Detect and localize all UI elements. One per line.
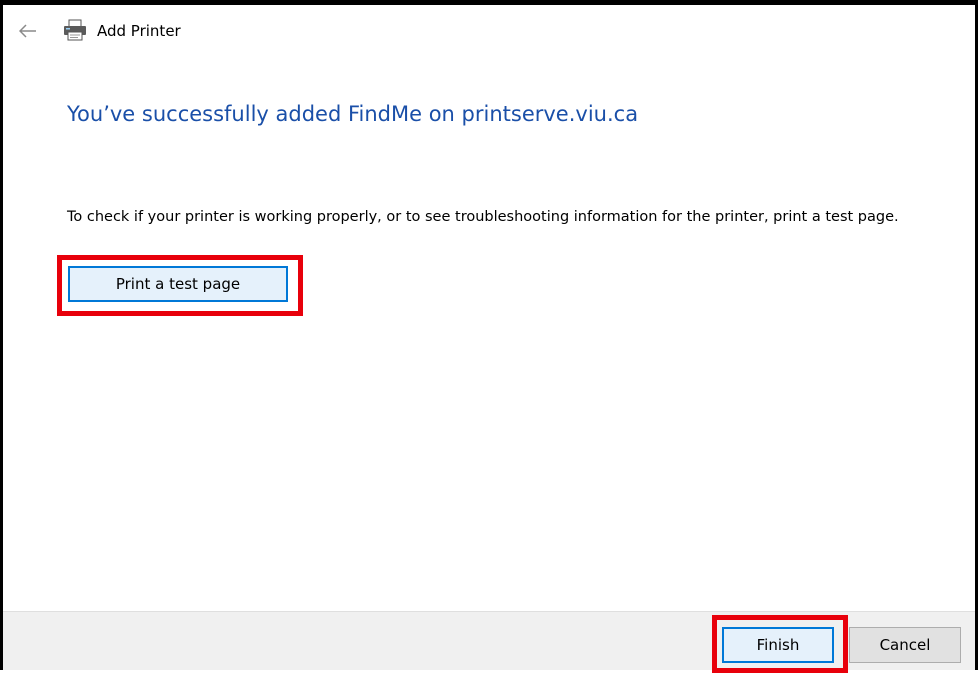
finish-button[interactable]: Finish	[722, 627, 834, 663]
test-page-description: To check if your printer is working prop…	[67, 209, 899, 225]
print-test-page-button[interactable]: Print a test page	[68, 266, 288, 302]
printer-icon	[64, 19, 86, 41]
back-button[interactable]	[15, 18, 41, 44]
title-bar: Add Printer	[3, 5, 975, 55]
cancel-button[interactable]: Cancel	[849, 627, 961, 663]
success-headline: You’ve successfully added FindMe on prin…	[67, 102, 639, 126]
arrow-left-icon	[19, 24, 36, 38]
window-title: Add Printer	[97, 22, 181, 40]
add-printer-window: Add Printer You’ve successfully added Fi…	[0, 0, 978, 670]
